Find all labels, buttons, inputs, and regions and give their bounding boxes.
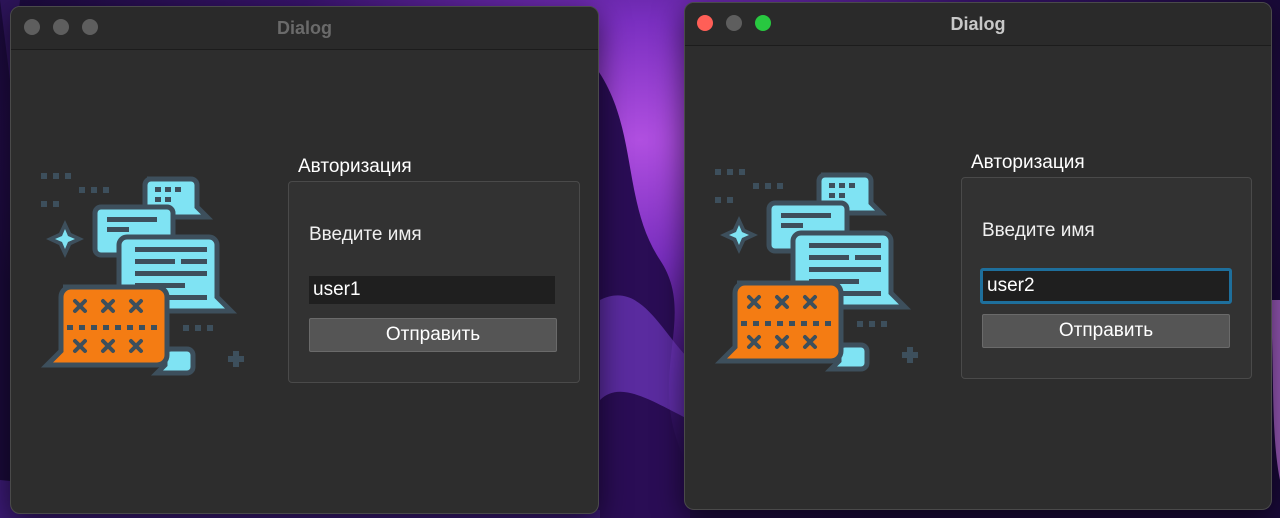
submit-button[interactable]: Отправить [982,314,1230,348]
name-prompt-label: Введите имя [982,220,1095,241]
title-bar[interactable]: Dialog [11,7,598,50]
title-bar[interactable]: Dialog [685,3,1271,46]
window-title: Dialog [950,14,1006,34]
auth-group-box: Введите имя Отправить [288,181,580,383]
group-title: Авторизация [298,156,412,177]
name-prompt-label: Введите имя [309,224,422,245]
dialog-window-1: Dialog Авторизация Введите имя user1 Отп… [10,6,599,514]
dialog-window-2: Dialog Авторизация Введите имя user2 Отп… [684,2,1272,510]
name-input[interactable] [980,268,1232,304]
group-title: Авторизация [971,152,1085,173]
submit-button[interactable]: Отправить [309,318,557,352]
chat-bubbles-password-icon [714,169,918,372]
name-input[interactable] [309,276,555,304]
chat-bubbles-password-icon [40,173,244,376]
window-title: Dialog [276,18,332,38]
auth-group-box: Введите имя Отправить [961,177,1252,379]
